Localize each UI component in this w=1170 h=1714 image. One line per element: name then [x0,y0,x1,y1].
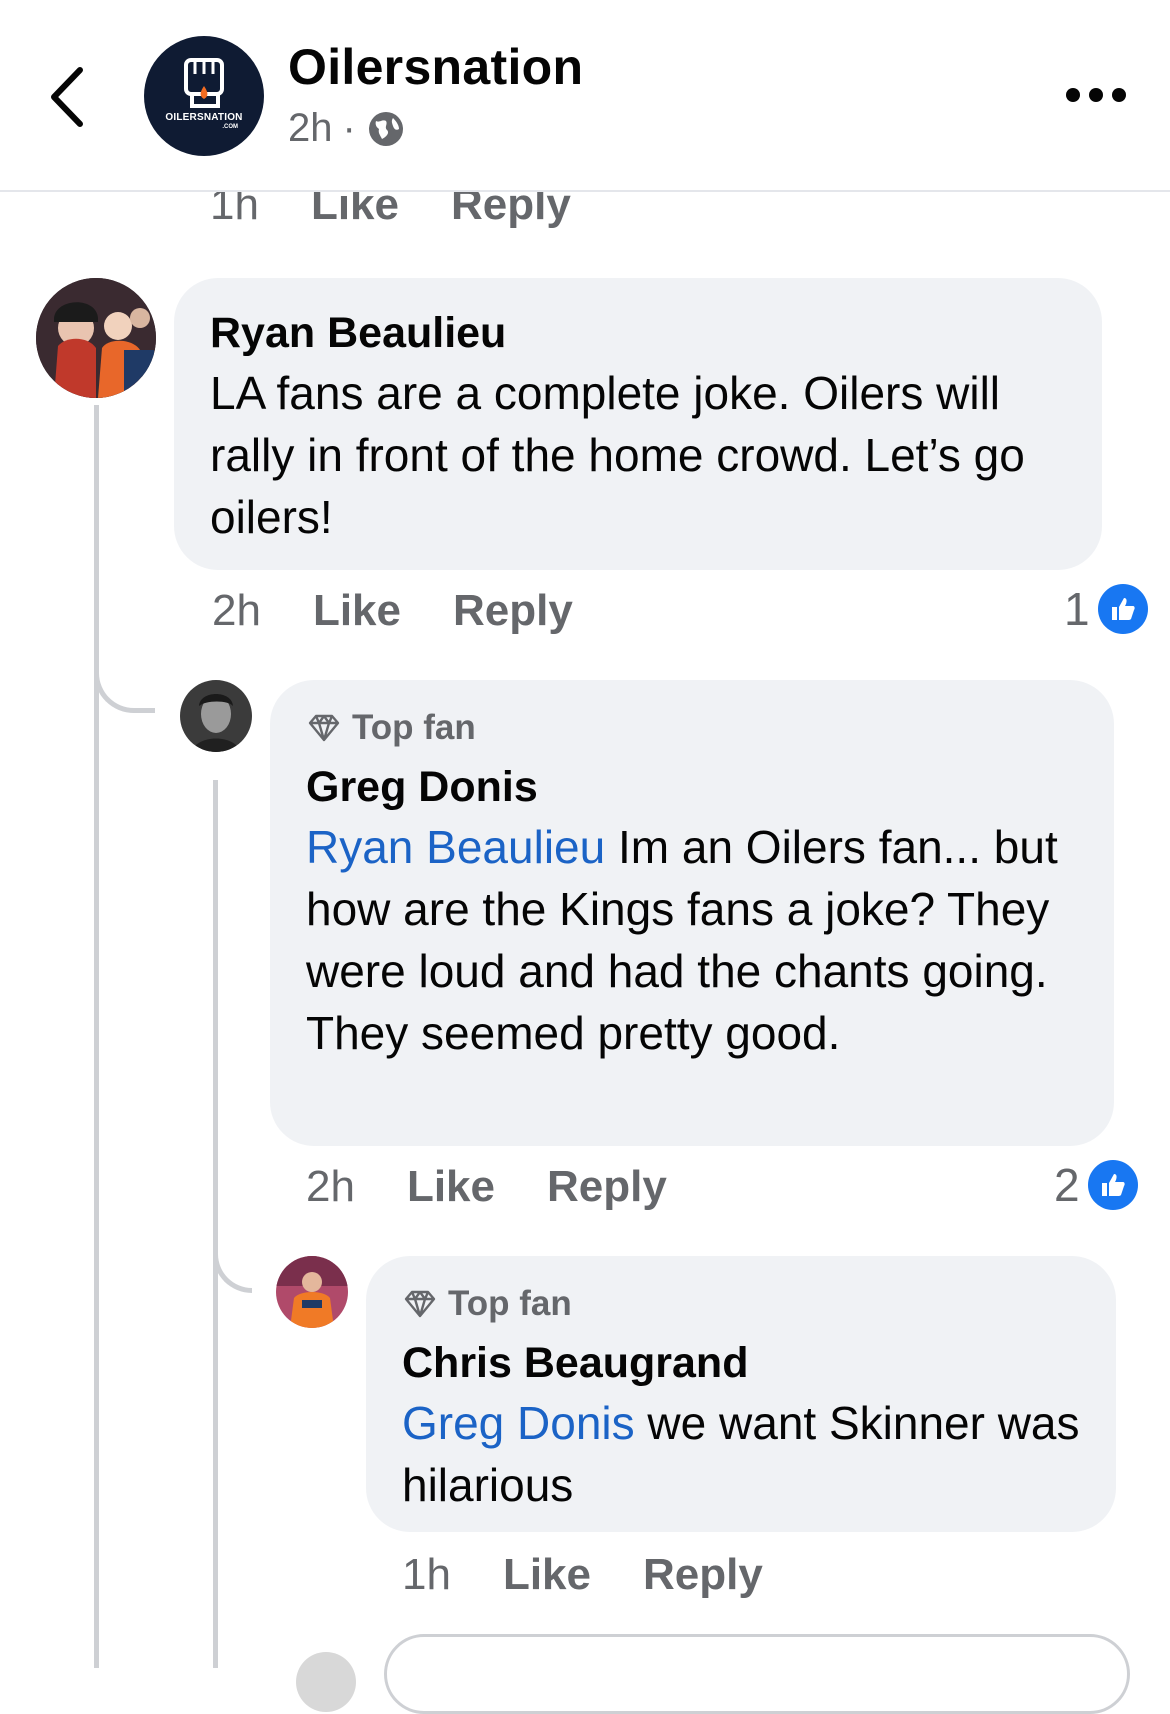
reaction-count[interactable]: 2 [1054,1158,1138,1212]
post-time: 2h [288,106,333,150]
badge-label: Top fan [448,1284,572,1323]
comment-author[interactable]: Ryan Beaulieu [210,304,1066,362]
avatar[interactable] [276,1256,348,1328]
like-reaction-icon [1097,584,1148,634]
avatar[interactable] [36,278,156,398]
like-button[interactable]: Like [407,1162,495,1212]
mention-link[interactable]: Ryan Beaulieu [306,821,605,873]
comment-author[interactable]: Chris Beaugrand [402,1334,1080,1392]
comment-text: LA fans are a complete joke. Oilers will… [210,367,1025,543]
thread-connector [213,1220,252,1293]
comment-actions: 2h Like Reply [212,586,573,636]
fist-logo-icon [184,58,224,108]
reply-button[interactable]: Reply [547,1162,667,1212]
logo-text: OILERSNATION [165,112,243,123]
comment-time: 2h [212,586,261,635]
thread-connector [94,640,155,713]
comment-actions: 2h Like Reply [306,1162,667,1212]
comment-author[interactable]: Greg Donis [306,758,1078,816]
profile-photo [180,680,252,752]
page-name[interactable]: Oilersnation [288,38,583,96]
reply-button[interactable]: Reply [453,586,573,636]
comment-bubble[interactable]: Top fan Chris Beaugrand Greg Donis we wa… [366,1256,1116,1532]
comment-actions: 1h Like Reply [402,1550,763,1600]
post-meta: 2h · [288,106,406,151]
reaction-number: 2 [1054,1159,1080,1211]
page-avatar[interactable]: OILERSNATION .COM [144,36,264,156]
profile-photo [276,1256,348,1328]
more-options-button[interactable] [1066,84,1126,106]
avatar[interactable] [180,680,252,752]
post-header: OILERSNATION .COM Oilersnation 2h · [0,0,1170,192]
comment-bubble[interactable]: Ryan Beaulieu LA fans are a complete jok… [174,278,1102,570]
badge-label: Top fan [352,708,476,747]
diamond-icon [404,1290,436,1318]
reaction-number: 1 [1064,583,1090,635]
comment-time: 2h [306,1162,355,1211]
mention-link[interactable]: Greg Donis [402,1397,635,1449]
like-button[interactable]: Like [313,586,401,636]
diamond-icon [308,714,340,742]
logo-subtext: .COM [222,124,238,130]
profile-photo [36,278,156,398]
reaction-count[interactable]: 1 [1064,582,1148,636]
avatar[interactable] [296,1652,356,1712]
comment-bubble[interactable]: Top fan Greg Donis Ryan Beaulieu Im an O… [270,680,1114,1146]
comment-text: Ryan Beaulieu Im an Oilers fan... but ho… [306,816,1078,1064]
like-button[interactable]: Like [503,1550,591,1600]
top-fan-badge: Top fan [306,706,1078,750]
comment-time: 1h [402,1550,451,1599]
reply-button[interactable]: Reply [643,1550,763,1600]
globe-icon [368,111,403,146]
like-reaction-icon [1087,1160,1138,1210]
comment-text: Greg Donis we want Skinner was hilarious [402,1392,1080,1516]
back-button[interactable] [44,62,94,132]
top-fan-badge: Top fan [402,1282,1080,1326]
reply-composer[interactable] [384,1634,1130,1714]
more-dots-icon [1066,88,1080,102]
thread-line [94,405,99,1668]
meta-separator: · [342,106,356,150]
chevron-left-icon [51,67,83,127]
